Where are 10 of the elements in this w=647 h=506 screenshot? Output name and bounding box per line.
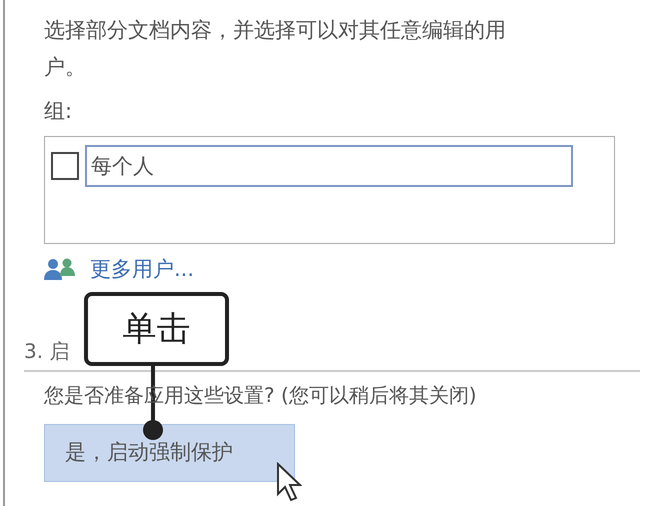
checkbox[interactable]	[51, 152, 79, 180]
users-icon	[44, 258, 76, 280]
group-name-field[interactable]: 每个人	[85, 145, 573, 187]
start-protection-button[interactable]: 是，启动强制保护	[44, 424, 295, 482]
section-heading: 3. 启	[24, 339, 70, 363]
more-users-link[interactable]: 更多用户...	[90, 254, 194, 284]
group-label: 组:	[44, 98, 72, 125]
callout-box: 单击	[84, 292, 229, 366]
mouse-cursor-icon	[276, 462, 302, 502]
description-text: 选择部分文档内容，并选择可以对其任意编辑的用户。	[44, 17, 507, 81]
